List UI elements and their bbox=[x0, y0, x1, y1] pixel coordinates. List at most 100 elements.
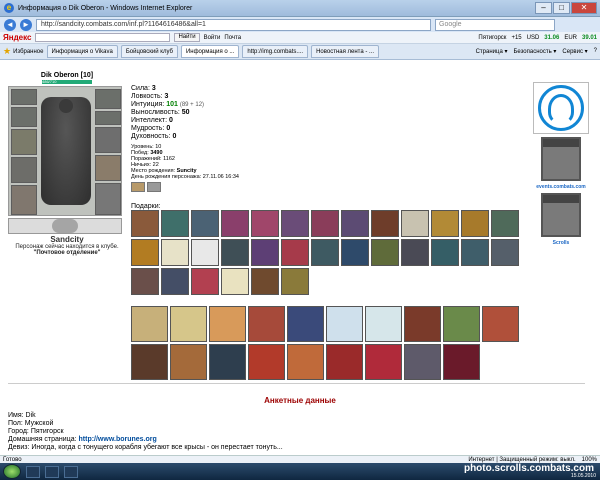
tab-img-combats[interactable]: http://img.combats.... bbox=[242, 45, 309, 58]
search-input[interactable]: Google bbox=[435, 18, 555, 31]
gift-item[interactable] bbox=[281, 239, 309, 266]
scrolls-link[interactable]: Scrolls bbox=[533, 240, 589, 246]
nick[interactable]: Dik Oberon bbox=[41, 72, 79, 79]
minimize-button[interactable]: – bbox=[535, 2, 552, 14]
postcard-item[interactable] bbox=[131, 306, 168, 342]
favorites-button[interactable]: ★ Избранное bbox=[3, 46, 44, 57]
gift-item[interactable] bbox=[161, 210, 189, 237]
zoom-level[interactable]: 100% bbox=[582, 457, 597, 463]
equip-slot[interactable] bbox=[11, 157, 37, 183]
scrolls-banner[interactable]: Scrolls bbox=[533, 193, 589, 246]
gift-item[interactable] bbox=[371, 210, 399, 237]
gift-item[interactable] bbox=[491, 210, 519, 237]
gift-item[interactable] bbox=[251, 268, 279, 295]
gift-item[interactable] bbox=[461, 239, 489, 266]
gift-item[interactable] bbox=[311, 210, 339, 237]
equip-slot[interactable] bbox=[11, 107, 37, 127]
back-button[interactable]: ◄ bbox=[4, 18, 16, 31]
gift-item[interactable] bbox=[281, 210, 309, 237]
gift-item[interactable] bbox=[191, 268, 219, 295]
postcard-item[interactable] bbox=[170, 344, 207, 380]
gift-item[interactable] bbox=[341, 210, 369, 237]
gift-item[interactable] bbox=[161, 239, 189, 266]
gift-item[interactable] bbox=[431, 210, 459, 237]
tab-combats-club[interactable]: Бойцовский клуб bbox=[120, 45, 178, 58]
postcard-item[interactable] bbox=[404, 344, 441, 380]
gift-item[interactable] bbox=[251, 210, 279, 237]
tab-news-feed[interactable]: Новостная лента - ... bbox=[311, 45, 380, 58]
weather-city[interactable]: Пятигорск bbox=[478, 35, 506, 41]
tab-info-active[interactable]: Информация о ... bbox=[180, 45, 240, 58]
gift-item[interactable] bbox=[251, 239, 279, 266]
equip-slot[interactable] bbox=[11, 185, 37, 215]
postcard-item[interactable] bbox=[443, 344, 480, 380]
equip-slot[interactable] bbox=[11, 129, 37, 155]
ring-slot[interactable] bbox=[52, 219, 78, 233]
equip-slot[interactable] bbox=[95, 89, 121, 109]
gift-item[interactable] bbox=[131, 239, 159, 266]
equip-slot[interactable] bbox=[11, 89, 37, 105]
yandex-find-button[interactable]: Найти bbox=[174, 33, 200, 42]
gift-item[interactable] bbox=[131, 210, 159, 237]
yandex-search-input[interactable] bbox=[35, 33, 171, 42]
postcard-item[interactable] bbox=[326, 306, 363, 342]
events-banner[interactable]: events.combats.com bbox=[533, 137, 589, 190]
postcard-item[interactable] bbox=[209, 306, 246, 342]
homepage-link[interactable]: http://www.borunes.org bbox=[79, 436, 157, 443]
gift-item[interactable] bbox=[161, 268, 189, 295]
postcard-item[interactable] bbox=[326, 344, 363, 380]
postcard-item[interactable] bbox=[287, 306, 324, 342]
close-button[interactable]: ✕ bbox=[571, 2, 597, 14]
folder-taskbar-icon[interactable] bbox=[45, 465, 59, 478]
forward-button[interactable]: ► bbox=[20, 18, 32, 31]
gift-item[interactable] bbox=[371, 239, 399, 266]
postcard-item[interactable] bbox=[248, 344, 285, 380]
gift-item[interactable] bbox=[431, 239, 459, 266]
info-banner[interactable] bbox=[533, 82, 589, 134]
gift-item[interactable] bbox=[281, 268, 309, 295]
menu-tools[interactable]: Сервис ▾ bbox=[562, 48, 587, 55]
postcard-item[interactable] bbox=[170, 306, 207, 342]
postcard-item[interactable] bbox=[365, 344, 402, 380]
pack-icon[interactable] bbox=[131, 182, 145, 192]
yandex-login[interactable]: Войти bbox=[204, 35, 221, 41]
yandex-mail[interactable]: Почта bbox=[224, 35, 241, 41]
gift-item[interactable] bbox=[221, 268, 249, 295]
gift-item[interactable] bbox=[401, 239, 429, 266]
start-button[interactable] bbox=[3, 464, 21, 479]
gift-item[interactable] bbox=[221, 210, 249, 237]
gift-item[interactable] bbox=[461, 210, 489, 237]
postcard-item[interactable] bbox=[248, 306, 285, 342]
gift-item[interactable] bbox=[191, 210, 219, 237]
equip-slot[interactable] bbox=[95, 111, 121, 125]
menu-help[interactable]: ? bbox=[594, 48, 597, 55]
menu-security[interactable]: Безопасность ▾ bbox=[513, 48, 556, 55]
gift-item[interactable] bbox=[341, 239, 369, 266]
eur-label: EUR bbox=[564, 34, 577, 41]
yandex-logo[interactable]: Яндекс bbox=[3, 33, 31, 42]
address-input[interactable]: http://sandcity.combats.com/inf.pl?11646… bbox=[36, 18, 431, 31]
postcard-item[interactable] bbox=[482, 306, 519, 342]
menu-page[interactable]: Страница ▾ bbox=[476, 48, 508, 55]
gift-item[interactable] bbox=[491, 239, 519, 266]
equip-slot[interactable] bbox=[95, 155, 121, 181]
tab-vikava[interactable]: Информация о Vikava bbox=[46, 45, 118, 58]
equip-slot[interactable] bbox=[95, 127, 121, 153]
postcard-item[interactable] bbox=[365, 306, 402, 342]
postcard-item[interactable] bbox=[287, 344, 324, 380]
maximize-button[interactable]: □ bbox=[553, 2, 570, 14]
events-link[interactable]: events.combats.com bbox=[533, 184, 589, 190]
gift-item[interactable] bbox=[221, 239, 249, 266]
gift-item[interactable] bbox=[191, 239, 219, 266]
postcard-item[interactable] bbox=[443, 306, 480, 342]
gift-item[interactable] bbox=[131, 268, 159, 295]
gift-item[interactable] bbox=[311, 239, 339, 266]
postcard-item[interactable] bbox=[209, 344, 246, 380]
postcard-item[interactable] bbox=[404, 306, 441, 342]
media-taskbar-icon[interactable] bbox=[64, 465, 78, 478]
mail-icon[interactable] bbox=[147, 182, 161, 192]
gift-item[interactable] bbox=[401, 210, 429, 237]
equip-slot[interactable] bbox=[95, 183, 121, 215]
postcard-item[interactable] bbox=[131, 344, 168, 380]
ie-taskbar-icon[interactable] bbox=[26, 465, 40, 478]
